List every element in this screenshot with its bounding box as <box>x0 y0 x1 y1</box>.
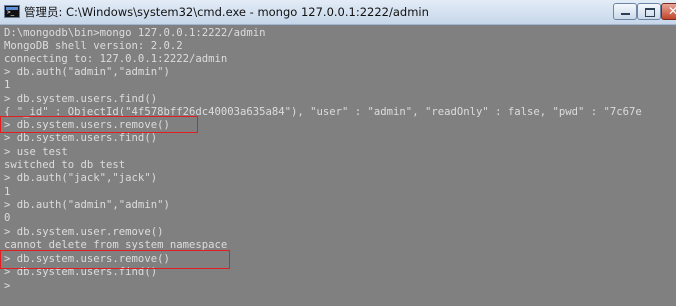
console-line: 1 <box>4 79 11 91</box>
console-line: > db.system.users.find() <box>4 132 158 144</box>
console-line: 1 <box>4 186 11 198</box>
console-line: D:\mongodb\bin>mongo 127.0.0.1:2222/admi… <box>4 27 266 39</box>
maximize-icon <box>645 8 655 17</box>
highlight-box <box>0 250 230 269</box>
console-line: > db.system.users.find() <box>4 93 158 105</box>
console-output[interactable]: D:\mongodb\bin>mongo 127.0.0.1:2222/admi… <box>0 25 676 306</box>
close-icon: ✕ <box>668 4 676 18</box>
console-line: > use test <box>4 146 68 158</box>
window-title: 管理员: C:\Windows\system32\cmd.exe - mongo… <box>24 5 429 19</box>
minimize-icon <box>621 13 630 15</box>
cmd-icon[interactable] <box>4 5 20 18</box>
console-line: > db.auth("jack","jack") <box>4 172 158 184</box>
maximize-button[interactable] <box>637 3 661 20</box>
console-line: 0 <box>4 212 11 224</box>
highlight-box <box>0 116 198 133</box>
console-line: connecting to: 127.0.0.1:2222/admin <box>4 53 228 65</box>
close-button[interactable]: ✕ <box>661 3 676 20</box>
console-line: switched to db test <box>4 159 126 171</box>
console-line: > db.auth("admin","admin") <box>4 199 170 211</box>
console-line: > db.system.user.remove() <box>4 226 164 238</box>
console-line: > db.auth("admin","admin") <box>4 66 170 78</box>
console-line: > <box>4 280 11 292</box>
minimize-button[interactable] <box>613 3 637 20</box>
cmd-window: 管理员: C:\Windows\system32\cmd.exe - mongo… <box>0 0 676 306</box>
console-line: MongoDB shell version: 2.0.2 <box>4 40 183 52</box>
title-bar[interactable]: 管理员: C:\Windows\system32\cmd.exe - mongo… <box>0 0 676 25</box>
